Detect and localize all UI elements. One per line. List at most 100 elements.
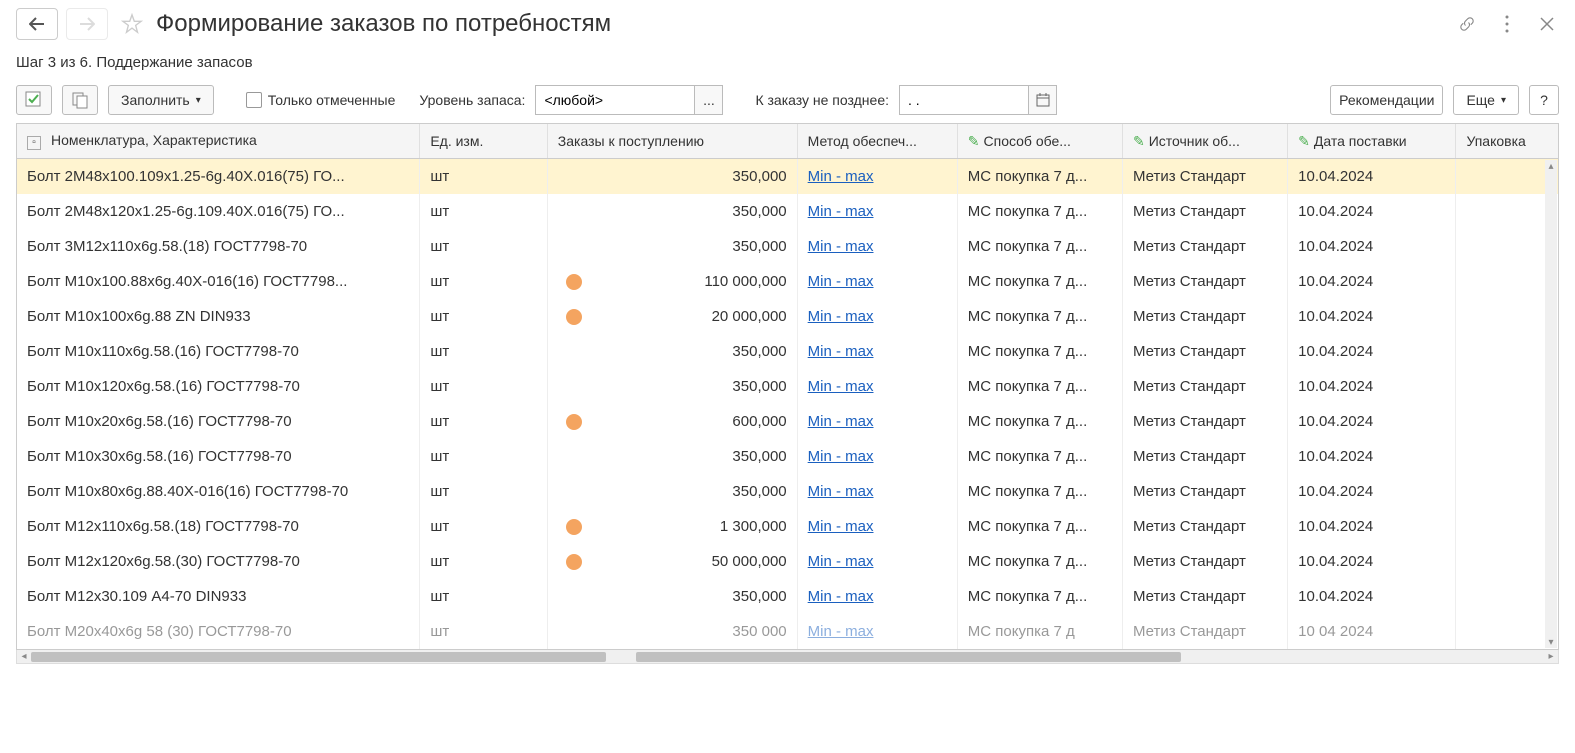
check-all-button[interactable] [16,85,52,115]
cell-pack [1456,299,1558,334]
cell-method[interactable]: Min - max [797,369,957,404]
cell-method[interactable]: Min - max [797,614,957,649]
scroll-right-arrow[interactable]: ▸ [1544,651,1558,663]
cell-method[interactable]: Min - max [797,334,957,369]
col-source[interactable]: ✎Источник об... [1122,124,1287,159]
cell-unit: шт [420,544,547,579]
cell-unit: шт [420,159,547,195]
table-header-row: ▫Номенклатура, Характеристика Ед. изм. З… [17,124,1558,159]
cell-source: Метиз Стандарт [1122,229,1287,264]
table-row[interactable]: Болт М10х80х6g.88.40Х-016(16) ГОСТ7798-7… [17,474,1558,509]
table-row[interactable]: Болт 3М12х110х6g.58.(18) ГОСТ7798-70шт35… [17,229,1558,264]
col-pack[interactable]: Упаковка [1456,124,1558,159]
cell-qty: 350 000 [547,614,797,649]
cell-method[interactable]: Min - max [797,474,957,509]
cell-source: Метиз Стандарт [1122,369,1287,404]
cell-qty: 350,000 [547,439,797,474]
link-icon[interactable] [1455,12,1479,36]
scroll-down-arrow[interactable]: ▾ [1545,636,1557,648]
col-supply[interactable]: ✎Способ обе... [957,124,1122,159]
copy-button[interactable] [62,85,98,115]
table-row[interactable]: Болт М10х120х6g.58.(16) ГОСТ7798-70шт350… [17,369,1558,404]
fill-button[interactable]: Заполнить▾ [108,85,214,115]
cell-method[interactable]: Min - max [797,299,957,334]
order-no-later-label: К заказу не позднее: [755,92,889,108]
table-row[interactable]: Болт М12х110х6g.58.(18) ГОСТ7798-70шт1 3… [17,509,1558,544]
cell-method[interactable]: Min - max [797,229,957,264]
more-button[interactable]: Еще▾ [1453,85,1519,115]
cell-qty: 20 000,000 [547,299,797,334]
table-row[interactable]: Болт 2М48х120х1.25-6g.109.40Х.016(75) ГО… [17,194,1558,229]
cell-source: Метиз Стандарт [1122,579,1287,614]
table-row[interactable]: Болт М10х110х6g.58.(16) ГОСТ7798-70шт350… [17,334,1558,369]
cell-method[interactable]: Min - max [797,264,957,299]
cell-date: 10.04.2024 [1288,404,1456,439]
cell-name: Болт М10х120х6g.58.(16) ГОСТ7798-70 [17,369,420,404]
table-row[interactable]: Болт М20х40х6g 58 (30) ГОСТ7798-70шт350 … [17,614,1558,649]
more-menu-icon[interactable] [1495,12,1519,36]
cell-unit: шт [420,439,547,474]
order-date-input[interactable] [899,85,1029,115]
cell-source: Метиз Стандарт [1122,299,1287,334]
cell-method[interactable]: Min - max [797,509,957,544]
col-method[interactable]: Метод обеспеч... [797,124,957,159]
table-row[interactable]: Болт М10х100х6g.88 ZN DIN933шт20 000,000… [17,299,1558,334]
table-row[interactable]: Болт М12х120х6g.58.(30) ГОСТ7798-70шт50 … [17,544,1558,579]
help-button[interactable]: ? [1529,85,1559,115]
scroll-up-arrow[interactable]: ▴ [1545,160,1557,172]
col-unit[interactable]: Ед. изм. [420,124,547,159]
cell-qty: 350,000 [547,194,797,229]
calendar-button[interactable] [1029,85,1057,115]
status-dot-icon [566,274,582,290]
cell-supply: МС покупка 7 д... [957,264,1122,299]
cell-name: Болт М12х120х6g.58.(30) ГОСТ7798-70 [17,544,420,579]
tree-collapse-icon[interactable]: ▫ [27,136,41,150]
cell-method[interactable]: Min - max [797,579,957,614]
cell-method[interactable]: Min - max [797,404,957,439]
vertical-scrollbar[interactable]: ▴ ▾ [1545,160,1557,648]
cell-qty: 110 000,000 [547,264,797,299]
cell-name: Болт М10х100.88х6g.40Х-016(16) ГОСТ7798.… [17,264,420,299]
cell-method[interactable]: Min - max [797,439,957,474]
cell-source: Метиз Стандарт [1122,264,1287,299]
cell-method[interactable]: Min - max [797,194,957,229]
cell-pack [1456,404,1558,439]
col-date[interactable]: ✎Дата поставки [1288,124,1456,159]
table-row[interactable]: Болт М12х30.109 А4-70 DIN933шт350,000Min… [17,579,1558,614]
favorite-star-icon[interactable] [120,12,144,36]
scroll-thumb[interactable] [31,652,606,662]
cell-name: Болт М10х100х6g.88 ZN DIN933 [17,299,420,334]
col-orders[interactable]: Заказы к поступлению [547,124,797,159]
col-nomenclature[interactable]: ▫Номенклатура, Характеристика [17,124,420,159]
scroll-left-arrow[interactable]: ◂ [17,651,31,663]
cell-date: 10.04.2024 [1288,579,1456,614]
cell-method[interactable]: Min - max [797,544,957,579]
cell-name: Болт М10х20х6g.58.(16) ГОСТ7798-70 [17,404,420,439]
forward-button[interactable] [66,8,108,40]
cell-source: Метиз Стандарт [1122,194,1287,229]
table-row[interactable]: Болт М10х100.88х6g.40Х-016(16) ГОСТ7798.… [17,264,1558,299]
cell-name: Болт М10х80х6g.88.40Х-016(16) ГОСТ7798-7… [17,474,420,509]
scroll-thumb[interactable] [636,652,1181,662]
pencil-icon: ✎ [1298,133,1310,150]
cell-source: Метиз Стандарт [1122,334,1287,369]
table-row[interactable]: Болт М10х20х6g.58.(16) ГОСТ7798-70шт600,… [17,404,1558,439]
status-dot-icon [566,309,582,325]
table-row[interactable]: Болт 2М48х100.109х1.25-6g.40Х.016(75) ГО… [17,159,1558,195]
recommendations-button[interactable]: Рекомендации [1330,85,1443,115]
cell-pack [1456,264,1558,299]
cell-unit: шт [420,509,547,544]
cell-date: 10.04.2024 [1288,474,1456,509]
table-row[interactable]: Болт М10х30х6g.58.(16) ГОСТ7798-70шт350,… [17,439,1558,474]
back-button[interactable] [16,8,58,40]
only-checked-checkbox[interactable]: Только отмеченные [246,92,396,108]
stock-level-input[interactable] [535,85,695,115]
cell-pack [1456,194,1558,229]
close-icon[interactable] [1535,12,1559,36]
horizontal-scrollbar[interactable]: ◂ ▸ [16,650,1559,664]
stock-level-more-button[interactable]: ... [695,85,723,115]
cell-date: 10.04.2024 [1288,264,1456,299]
cell-method[interactable]: Min - max [797,159,957,195]
cell-source: Метиз Стандарт [1122,474,1287,509]
cell-date: 10.04.2024 [1288,509,1456,544]
